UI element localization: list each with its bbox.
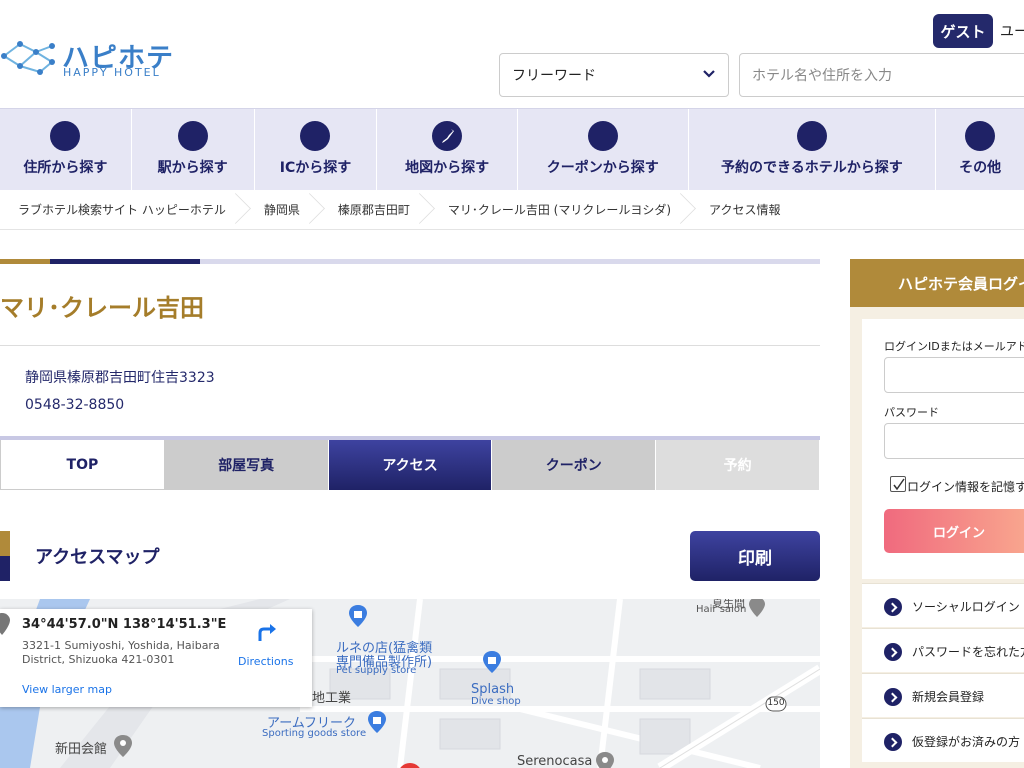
divider [0,345,820,346]
login-panel-title: ハピホテ会員ログイン [850,259,1024,307]
access-map-title: アクセスマップ [35,547,160,568]
nav-icon [50,121,81,151]
shopping-pin-icon [483,651,501,673]
chevron-right-icon [884,688,902,706]
splash-type: Dive shop [471,696,521,707]
breadcrumb-current: アクセス情報 [709,203,781,217]
check-icon [893,478,905,491]
hotel-phone[interactable]: 0548-32-8850 [25,397,124,413]
link-label: 新規会員登録 [912,690,985,704]
nav-icon [965,121,996,151]
remember-label[interactable]: ログイン情報を記憶する [907,478,1024,495]
chevron-right-icon [884,733,902,751]
login-id-input[interactable] [884,357,1024,393]
shopping-pin-icon [368,711,386,733]
directions-icon[interactable] [256,621,278,643]
nav-label: ICから探す [279,160,352,176]
view-larger-map-link[interactable]: View larger map [22,683,112,696]
place-pin-icon [596,752,614,768]
breadcrumb: ラブホテル検索サイト ハッピーホテル 静岡県 榛原郡吉田町 マリ･クレール吉田 … [0,190,1024,230]
route-shield: 150 [767,698,785,708]
nav-ic[interactable]: ICから探す [255,109,378,191]
hotel-tabs: TOP 部屋写真 アクセス クーポン 予約 [0,436,820,490]
hotel-address: 静岡県榛原郡吉田町住吉3323 [25,370,215,386]
nav-label: 地図から探す [405,160,490,176]
map-info-card: 34°44'57.0"N 138°14'51.3"E 3321-1 Sumiyo… [0,609,312,707]
section-accent [0,531,10,581]
tab-room-photos[interactable]: 部屋写真 [164,440,329,490]
chevron-right-icon [884,598,902,616]
logo-subtext: HAPPY HOTEL [63,66,161,79]
directions-link[interactable]: Directions [238,655,293,668]
provisional-registration-link[interactable]: 仮登録がお済みの方 [862,718,1024,762]
place-pin-icon [114,735,132,757]
tab-reservation: 予約 [656,440,820,490]
nav-coupon[interactable]: クーポンから探す [518,109,689,191]
nav-label: クーポンから探す [546,160,659,176]
login-id-label: ログインIDまたはメールアドレス [884,340,1024,353]
nav-other[interactable]: その他 [936,109,1024,191]
search-placeholder: ホテル名や住所を入力 [752,68,892,84]
register-link[interactable]: 新規会員登録 [862,673,1024,717]
search-type-value: フリーワード [512,68,596,84]
main-nav: 住所から探す 駅から探す ICから探す 地図から探す クーポンから探す 予約ので… [0,108,1024,191]
password-label: パスワード [884,406,939,419]
nav-label: 予約のできるホテルから探す [721,160,903,176]
tab-access[interactable]: アクセス [328,440,493,490]
nav-icon [796,121,827,151]
nav-label: 駅から探す [157,160,228,176]
nav-icon [177,121,208,151]
nav-address[interactable]: 住所から探す [0,109,132,191]
chevron-right-icon [884,643,902,661]
guest-badge: ゲスト [933,14,993,48]
tab-top[interactable]: TOP [0,440,165,490]
link-label: ソーシャルログイン [912,600,1020,614]
link-label: パスワードを忘れた方 [912,645,1024,659]
serenocasa-label: Serenocasa [517,754,593,768]
nav-icon [587,121,618,151]
remember-checkbox[interactable] [890,476,906,492]
social-login-link[interactable]: ソーシャルログイン [862,583,1024,627]
location-pin-icon [0,613,10,635]
hotel-search-input[interactable]: ホテル名や住所を入力 [739,53,1024,97]
password-input[interactable] [884,423,1024,459]
nav-label: 住所から探す [23,160,108,176]
page: ハピホテ HAPPY HOTEL ゲスト ユー フリーワード ホテル名や住所を入… [0,0,1024,768]
shinden-label: 新田会館 [55,742,108,757]
title-accent-bar [0,259,820,264]
nav-icon [300,121,331,151]
print-button[interactable]: 印刷 [690,531,820,581]
user-name-text: ユー [1000,24,1024,40]
login-button[interactable]: ログイン [884,509,1024,553]
map-coordinates: 34°44'57.0"N 138°14'51.3"E [22,617,227,632]
forgot-password-link[interactable]: パスワードを忘れた方 [862,628,1024,672]
hair-salon-label: Hair salon [696,604,747,615]
search-type-select[interactable]: フリーワード [499,53,729,97]
breadcrumb-item[interactable]: 静岡県 [246,190,320,230]
nav-label: その他 [959,160,1002,176]
google-map[interactable]: 150 ルネの店(猛禽類 専門備品製作所) Pet supply store S… [0,599,820,768]
nav-reservation[interactable]: 予約のできるホテルから探す [689,109,937,191]
link-label: 仮登録がお済みの方 [912,735,1021,749]
pet-store-type: Pet supply store [336,665,417,676]
japan-map-icon [432,121,463,151]
nav-map[interactable]: 地図から探す [377,109,518,191]
breadcrumb-item[interactable]: ラブホテル検索サイト ハッピーホテル [0,190,246,230]
hotel-name: マリ･クレール吉田 [0,294,204,322]
tab-coupon[interactable]: クーポン [492,440,657,490]
map-address: 3321-1 Sumiyoshi, Yoshida, Haibara Distr… [22,639,220,666]
nav-station[interactable]: 駅から探す [132,109,255,191]
breadcrumb-item[interactable]: マリ･クレール吉田 (マリクレールヨシダ) [430,190,691,230]
breadcrumb-item[interactable]: 榛原郡吉田町 [320,190,430,230]
shopping-pin-icon [349,605,367,627]
salon-pin-icon [749,599,765,617]
chevron-down-icon [703,70,715,78]
armfreak-type: Sporting goods store [262,728,367,739]
logo-network-icon [1,41,55,75]
chi-kogyo-label: 地工業 [312,691,352,706]
splash-name: Splash [471,682,515,697]
